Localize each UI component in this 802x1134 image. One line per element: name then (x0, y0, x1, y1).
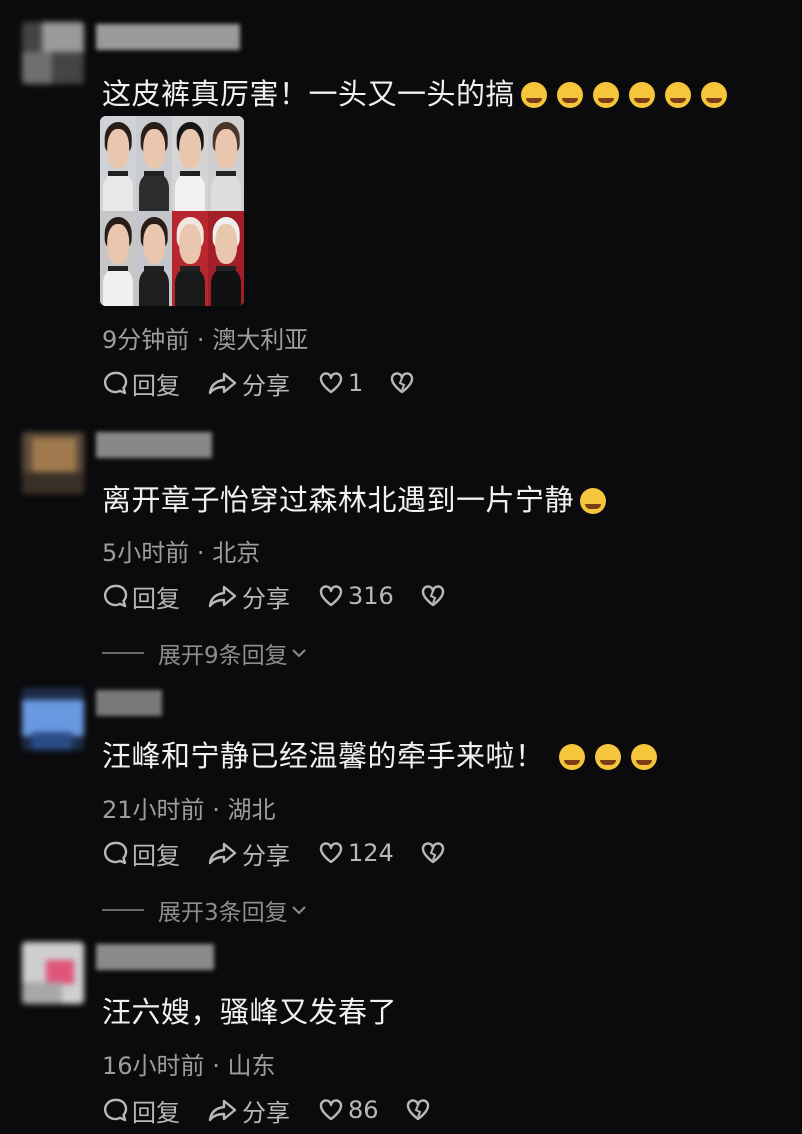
reply-button[interactable]: 回复 (102, 1093, 180, 1128)
comment-time: 16小时前 (102, 1052, 205, 1080)
share-button[interactable]: 分享 (208, 366, 290, 401)
grin-sweat-emoji-icon (630, 744, 657, 770)
like-button[interactable]: 1 (318, 369, 363, 397)
meta-separator: · (196, 539, 205, 567)
comment-meta: 9分钟前 · 澳大利亚 (102, 320, 308, 355)
share-arrow-icon (208, 842, 237, 865)
comment-bubble-icon (103, 584, 128, 608)
comment-bubble-icon (103, 841, 128, 865)
comment-text: 这皮裤真厉害！一头又一头的搞 (102, 76, 728, 112)
meta-separator: · (212, 796, 220, 824)
avatar[interactable] (22, 432, 84, 494)
comment-time: 9分钟前 (102, 326, 190, 354)
laugh-cry-emoji-icon (629, 82, 656, 108)
comment-actions: 回复 分享 86 (102, 1093, 463, 1127)
username-blurred[interactable] (96, 944, 214, 970)
broken-heart-icon (391, 372, 414, 394)
username-blurred[interactable] (96, 24, 240, 50)
heart-icon (319, 842, 343, 864)
comment-location: 山东 (227, 1052, 276, 1080)
grin-sweat-emoji-icon (594, 744, 621, 770)
laugh-cry-emoji-icon (593, 82, 620, 108)
comment-time: 5小时前 (102, 539, 190, 567)
laugh-cry-emoji-icon (701, 82, 728, 108)
divider (102, 652, 144, 654)
chevron-down-icon (291, 906, 306, 915)
like-button[interactable]: 86 (318, 1096, 379, 1124)
username-blurred[interactable] (96, 690, 162, 716)
like-button[interactable]: 316 (318, 582, 394, 610)
dislike-button[interactable] (389, 371, 419, 395)
meta-separator: · (196, 326, 205, 354)
broken-heart-icon (406, 1099, 429, 1121)
comment-actions: 回复 分享 124 (102, 836, 478, 870)
share-arrow-icon (208, 1099, 237, 1122)
dislike-button[interactable] (405, 1098, 435, 1122)
comment-location: 澳大利亚 (212, 326, 309, 354)
comment-location: 湖北 (227, 796, 276, 824)
share-button[interactable]: 分享 (208, 579, 290, 614)
expand-replies-button[interactable]: 展开9条回复 (102, 636, 308, 670)
meta-separator: · (212, 1052, 220, 1080)
broken-heart-icon (421, 585, 445, 607)
like-count: 124 (348, 839, 394, 867)
chevron-down-icon (291, 649, 306, 658)
comment-meta: 21小时前 · 湖北 (102, 790, 275, 825)
comment-actions: 回复 分享 1 (102, 366, 447, 400)
reply-button[interactable]: 回复 (102, 836, 180, 871)
laugh-cry-emoji-icon (557, 82, 584, 108)
heart-icon (319, 585, 343, 607)
avatar[interactable] (22, 688, 84, 750)
avatar[interactable] (22, 22, 84, 84)
broken-heart-icon (421, 842, 445, 864)
share-arrow-icon (208, 585, 237, 608)
comment-meta: 16小时前 · 山东 (102, 1046, 275, 1081)
comment-text: 汪峰和宁静已经温馨的牵手来啦！ (102, 738, 657, 774)
comment-actions: 回复 分享 316 (102, 579, 478, 613)
share-button[interactable]: 分享 (208, 1093, 290, 1128)
reply-button[interactable]: 回复 (102, 366, 180, 401)
share-arrow-icon (208, 372, 237, 395)
share-button[interactable]: 分享 (208, 836, 290, 871)
comment-bubble-icon (103, 1098, 128, 1122)
username-blurred[interactable] (96, 432, 212, 458)
comment-time: 21小时前 (102, 796, 205, 824)
laugh-cry-emoji-icon (665, 82, 692, 108)
comment-text: 汪六嫂，骚峰又发春了 (102, 995, 398, 1029)
expand-replies-button[interactable]: 展开3条回复 (102, 893, 308, 927)
comment-image[interactable] (100, 116, 244, 306)
comment-location: 北京 (212, 539, 261, 567)
laugh-cry-emoji-icon (521, 82, 548, 108)
heart-icon (319, 1099, 343, 1121)
comment-meta: 5小时前 · 北京 (102, 533, 260, 568)
grin-sweat-emoji-icon (558, 744, 585, 770)
like-button[interactable]: 124 (318, 839, 394, 867)
like-count: 86 (348, 1096, 379, 1124)
reply-button[interactable]: 回复 (102, 579, 180, 614)
like-count: 1 (348, 369, 364, 397)
dislike-button[interactable] (420, 584, 450, 608)
comment-text: 离开章子怡穿过森林北遇到一片宁静 (102, 482, 607, 518)
like-count: 316 (348, 582, 394, 610)
grin-sweat-emoji-icon (580, 488, 607, 514)
heart-icon (319, 372, 343, 394)
avatar[interactable] (22, 942, 84, 1004)
comment-bubble-icon (103, 371, 128, 395)
divider (102, 909, 144, 911)
dislike-button[interactable] (420, 841, 450, 865)
